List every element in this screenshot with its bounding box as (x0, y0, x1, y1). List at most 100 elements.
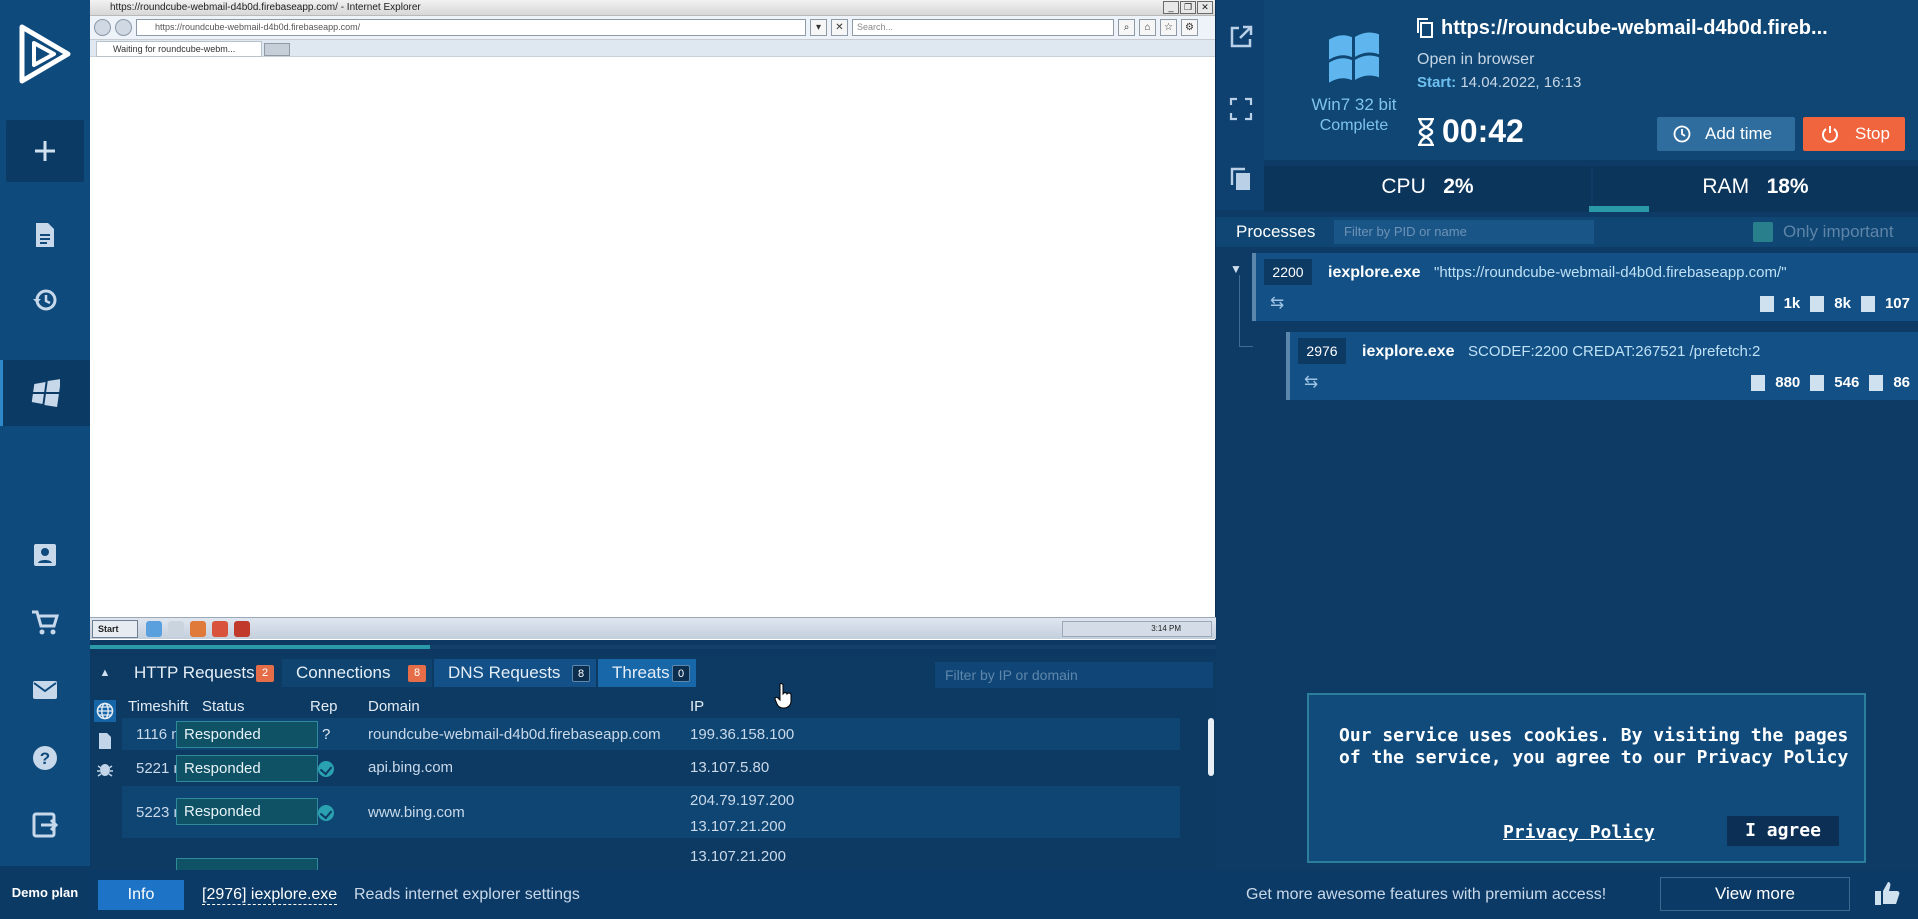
stop-label: Stop (1855, 124, 1890, 143)
ie-taskbar-icon[interactable] (146, 621, 162, 637)
cart-button[interactable] (0, 593, 90, 653)
stop-button[interactable]: Stop (1803, 117, 1905, 151)
registry-count: 546 (1834, 374, 1860, 391)
restore-icon[interactable]: ❐ (1180, 1, 1196, 14)
process-item-2200[interactable]: 2200 iexplore.exe "https://roundcube-web… (1252, 253, 1918, 321)
task-status: Complete (1319, 117, 1389, 134)
ie-tab-strip: Waiting for roundcube-webm... (90, 40, 1215, 57)
file-icon[interactable] (94, 730, 116, 752)
row-domain: www.bing.com (368, 804, 465, 821)
start-time: Start: 14.04.2022, 16:13 (1417, 74, 1581, 91)
media-taskbar-icon[interactable] (190, 621, 206, 637)
process-item-2976[interactable]: 2976 iexplore.exe SCODEF:2200 CREDAT:267… (1286, 332, 1918, 400)
processes-header: Processes Filter by PID or name Only imp… (1216, 217, 1918, 247)
tab-label: DNS Requests (448, 663, 561, 682)
status-badge (176, 858, 318, 870)
back-icon[interactable] (94, 19, 111, 36)
dropdown-icon[interactable]: ▾ (810, 19, 827, 36)
tab-connections[interactable]: Connections 8 (282, 659, 432, 687)
address-input[interactable]: https://roundcube-webmail-d4b0d.firebase… (136, 19, 806, 36)
external-link-icon[interactable] (1228, 24, 1254, 50)
col-status: Status (202, 698, 245, 715)
minimize-icon[interactable]: _ (1163, 1, 1179, 14)
app-root: ? Demo plan https://roundcube-webmail-d4… (0, 0, 1918, 919)
globe-icon[interactable] (94, 700, 116, 722)
new-tab-button[interactable] (264, 43, 290, 56)
clock-plus-icon (1673, 125, 1691, 143)
windows-taskbar: Start 3:14 PM (90, 617, 1216, 639)
rep-unknown-icon: ? (322, 726, 331, 743)
network-activity-icon: ⇆ (1304, 372, 1319, 391)
fullscreen-icon[interactable] (1228, 96, 1254, 122)
logout-button[interactable] (0, 795, 90, 855)
thumbs-up-icon[interactable] (1874, 880, 1904, 910)
app-taskbar-icon[interactable] (234, 621, 250, 637)
agree-button[interactable]: I agree (1727, 816, 1839, 846)
history-button[interactable] (0, 270, 90, 330)
modules-count: 86 (1893, 374, 1910, 391)
demo-plan-label[interactable]: Demo plan (0, 866, 90, 919)
tab-threats[interactable]: Threats 0 (598, 659, 696, 687)
registry-icon (1810, 295, 1825, 312)
process-reference-link[interactable]: [2976] iexplore.exe (202, 886, 338, 905)
settings-icon[interactable]: ⚙ (1181, 19, 1198, 36)
table-row[interactable]: 1116 ms Responded ? roundcube-webmail-d4… (122, 718, 1180, 750)
ie-tab[interactable]: Waiting for roundcube-webm... (96, 41, 262, 57)
chrome-taskbar-icon[interactable] (212, 621, 228, 637)
close-icon[interactable]: ✕ (1197, 1, 1213, 14)
count-badge: 8 (572, 665, 590, 682)
copy-url-icon[interactable] (1417, 18, 1433, 38)
cpu-label: CPU (1381, 175, 1426, 198)
new-task-button[interactable] (6, 120, 84, 182)
app-logo-icon[interactable] (0, 0, 90, 108)
ie-tab-label: Waiting for roundcube-webm... (113, 44, 236, 54)
process-args: SCODEF:2200 CREDAT:267521 /prefetch:2 (1468, 343, 1761, 360)
expand-process-icon[interactable]: ▼ (1230, 262, 1242, 276)
copy-icon[interactable] (1228, 166, 1254, 192)
registry-icon (1810, 374, 1825, 391)
favorites-icon[interactable]: ☆ (1160, 19, 1177, 36)
process-stats: 1k 8k 107 (1759, 295, 1910, 312)
process-message: Reads internet explorer settings (354, 886, 580, 903)
history-icon (33, 289, 57, 311)
table-row[interactable]: 5221 ms Responded api.bing.com 13.107.5.… (122, 752, 1180, 784)
stop-icon[interactable]: ✕ (831, 19, 848, 36)
help-button[interactable]: ? (0, 728, 90, 788)
home-icon[interactable]: ⌂ (1139, 19, 1156, 36)
start-button[interactable]: Start (92, 620, 138, 638)
ip-domain-filter-input[interactable]: Filter by IP or domain (935, 662, 1213, 688)
folder-taskbar-icon[interactable] (168, 621, 184, 637)
view-more-button[interactable]: View more (1660, 877, 1850, 911)
profile-button[interactable] (0, 525, 90, 585)
tab-http-requests[interactable]: HTTP Requests 2 (120, 659, 280, 687)
pid-filter-input[interactable]: Filter by PID or name (1334, 220, 1594, 244)
table-row[interactable]: 13.107.21.200 (122, 840, 1180, 870)
vm-screen[interactable]: https://roundcube-webmail-d4b0d.firebase… (90, 0, 1216, 640)
search-input[interactable]: Search... (852, 19, 1114, 36)
cookie-banner: Our service uses cookies. By visiting th… (1307, 693, 1866, 863)
table-scrollbar[interactable] (1208, 718, 1214, 776)
task-url-title[interactable]: https://roundcube-webmail-d4b0d.fireb... (1441, 17, 1828, 40)
mail-button[interactable] (0, 660, 90, 720)
open-in-browser-link[interactable]: Open in browser (1417, 51, 1534, 69)
count-badge: 0 (672, 665, 690, 682)
svg-text:?: ? (40, 749, 50, 768)
search-icon[interactable]: ⌕ (1118, 19, 1135, 36)
forward-icon[interactable] (115, 19, 132, 36)
windows-button[interactable] (0, 360, 90, 426)
table-row[interactable]: 5223 ms Responded www.bing.com 204.79.19… (122, 786, 1180, 838)
info-button[interactable]: Info (98, 880, 184, 910)
reports-button[interactable] (0, 205, 90, 265)
only-important-checkbox[interactable]: Only important (1753, 222, 1894, 242)
add-time-button[interactable]: Add time (1657, 117, 1795, 151)
cookie-text: Our service uses cookies. By visiting th… (1339, 725, 1849, 768)
collapse-icon[interactable]: ▲ (90, 659, 120, 687)
count-badge: 2 (256, 665, 274, 682)
cpu-value: 2% (1443, 175, 1474, 198)
bug-icon[interactable] (94, 758, 116, 780)
mail-icon (33, 681, 57, 699)
tab-dns-requests[interactable]: DNS Requests 8 (434, 659, 596, 687)
contact-icon (34, 544, 56, 566)
mouse-cursor-icon (774, 682, 794, 710)
privacy-policy-link[interactable]: Privacy Policy (1503, 822, 1655, 843)
